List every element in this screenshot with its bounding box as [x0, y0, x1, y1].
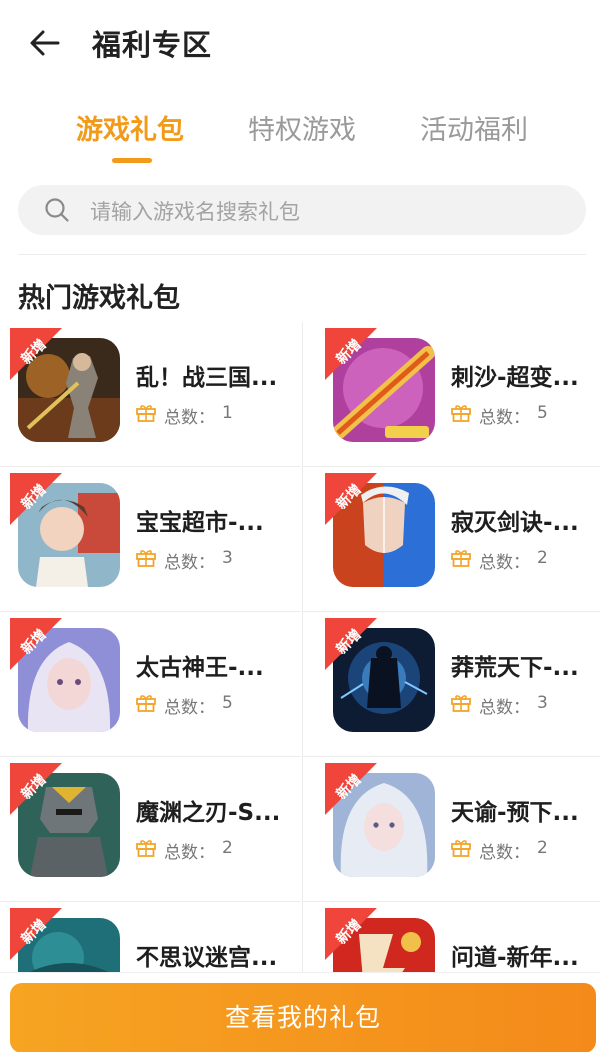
game-card[interactable]: 新增 刺沙-超变... 总数： 5 [303, 322, 600, 467]
game-name: 不思议迷宫... [136, 945, 278, 971]
game-card[interactable]: 新增 问道-新年... [303, 902, 600, 972]
count-label: 总数： [164, 843, 215, 863]
gift-icon [451, 405, 471, 422]
game-name: 天谕-预下... [451, 800, 579, 826]
count-label: 总数： [479, 698, 530, 718]
gift-count: 3 [222, 548, 233, 568]
gift-icon [136, 695, 156, 712]
game-name: 寂灭剑诀-... [451, 510, 579, 536]
top-bar: 福利专区 [0, 0, 600, 86]
gift-icon [451, 695, 471, 712]
game-card[interactable]: 新增 宝宝超市-... 总数： 3 [0, 467, 300, 612]
page-title: 福利专区 [92, 28, 213, 62]
gift-count: 5 [222, 693, 233, 713]
gift-count: 3 [537, 693, 548, 713]
gift-count: 2 [537, 548, 548, 568]
tab-privilege-games[interactable]: 特权游戏 [248, 108, 356, 147]
new-badge: 新增 [325, 328, 377, 380]
gift-count: 2 [537, 838, 548, 858]
game-name: 魔渊之刃-S... [136, 800, 281, 826]
gift-icon [136, 405, 156, 422]
active-tab-indicator [112, 158, 152, 163]
new-badge: 新增 [325, 618, 377, 670]
gift-icon [451, 840, 471, 857]
tab-game-gifts[interactable]: 游戏礼包 [76, 108, 184, 147]
game-card[interactable]: 新增 太古神王-... 总数： 5 [0, 612, 300, 757]
new-badge: 新增 [325, 763, 377, 815]
gift-count: 5 [537, 403, 548, 423]
game-card[interactable]: 新增 天谕-预下... 总数： 2 [303, 757, 600, 902]
game-name: 刺沙-超变... [451, 365, 579, 391]
tab-event-benefits[interactable]: 活动福利 [420, 108, 528, 147]
count-label: 总数： [479, 843, 530, 863]
back-arrow-icon[interactable] [28, 28, 62, 58]
game-card[interactable]: 新增 莽荒天下-... 总数： 3 [303, 612, 600, 757]
count-label: 总数： [164, 698, 215, 718]
gift-icon [451, 550, 471, 567]
search-bar[interactable]: 请输入游戏名搜索礼包 [18, 185, 586, 235]
game-name: 乱！战三国... [136, 365, 278, 391]
view-my-gifts-button[interactable]: 查看我的礼包 [10, 983, 596, 1052]
game-card[interactable]: 新增 乱！战三国... 总数： 1 [0, 322, 300, 467]
game-name: 太古神王-... [136, 655, 264, 681]
game-card[interactable]: 新增 魔渊之刃-S... 总数： 2 [0, 757, 300, 902]
gift-icon [136, 840, 156, 857]
search-input[interactable]: 请输入游戏名搜索礼包 [90, 196, 300, 226]
count-label: 总数： [479, 408, 530, 428]
game-card[interactable]: 新增 寂灭剑诀-... 总数： 2 [303, 467, 600, 612]
game-name: 问道-新年... [451, 945, 579, 971]
gift-icon [136, 550, 156, 567]
new-badge: 新增 [10, 908, 62, 960]
section-title: 热门游戏礼包 [18, 283, 180, 314]
count-label: 总数： [479, 553, 530, 573]
bottom-bar: 查看我的礼包 [0, 972, 600, 1052]
new-badge: 新增 [10, 618, 62, 670]
new-badge: 新增 [325, 473, 377, 525]
game-name: 莽荒天下-... [451, 655, 579, 681]
new-badge: 新增 [10, 763, 62, 815]
new-badge: 新增 [325, 908, 377, 960]
new-badge: 新增 [10, 328, 62, 380]
game-name: 宝宝超市-... [136, 510, 264, 536]
count-label: 总数： [164, 408, 215, 428]
search-icon [45, 198, 69, 222]
game-grid: 新增 乱！战三国... 总数： 1 新增 刺沙-超变... 总数： 5 新增 宝… [0, 322, 600, 972]
gift-count: 2 [222, 838, 233, 858]
divider [18, 254, 586, 255]
new-badge: 新增 [10, 473, 62, 525]
gift-count: 1 [222, 403, 233, 423]
count-label: 总数： [164, 553, 215, 573]
tab-bar: 游戏礼包 特权游戏 活动福利 [0, 100, 600, 170]
game-card[interactable]: 新增 不思议迷宫... [0, 902, 300, 972]
